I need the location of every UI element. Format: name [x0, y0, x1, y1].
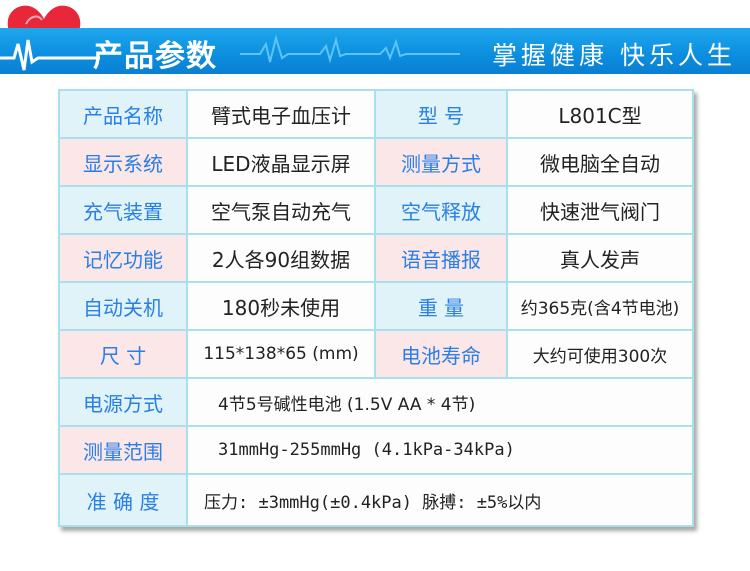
value-voice: 真人发声 [508, 235, 692, 281]
header-banner: 产品参数 掌握健康 快乐人生 [0, 28, 750, 74]
page-title: 产品参数 [93, 39, 217, 74]
label-model: 型 号 [376, 91, 506, 137]
value-display: LED液晶显示屏 [188, 139, 374, 185]
value-inflation: 空气泵自动充气 [188, 187, 374, 233]
value-weight: 约365克(含4节电池) [508, 283, 692, 329]
header-slogan: 掌握健康 快乐人生 [492, 41, 736, 70]
spec-table: 产品名称 臂式电子血压计 型 号 L801C型 显示系统 LED液晶显示屏 测量… [58, 89, 694, 527]
value-model: L801C型 [508, 91, 692, 137]
label-voice: 语音播报 [376, 235, 506, 281]
value-accuracy: 压力: ±3mmHg(±0.4kPa) 脉搏: ±5%以内 [188, 475, 692, 525]
value-auto-off: 180秒未使用 [188, 283, 374, 329]
label-measure-mode: 测量方式 [376, 139, 506, 185]
label-weight: 重 量 [376, 283, 506, 329]
label-display: 显示系统 [60, 139, 186, 185]
value-range: 31mmHg-255mmHg (4.1kPa-34kPa) [188, 427, 692, 473]
label-power: 电源方式 [60, 379, 186, 425]
value-memory: 2人各90组数据 [188, 235, 374, 281]
label-air-release: 空气释放 [376, 187, 506, 233]
ekg-wave-icon [240, 34, 460, 64]
value-power: 4节5号碱性电池 (1.5V AA * 4节) [188, 379, 692, 425]
value-measure-mode: 微电脑全自动 [508, 139, 692, 185]
label-inflation: 充气装置 [60, 187, 186, 233]
label-product-name: 产品名称 [60, 91, 186, 137]
label-accuracy: 准 确 度 [60, 475, 186, 525]
label-auto-off: 自动关机 [60, 283, 186, 329]
value-size: 115*138*65 (mm) [188, 331, 374, 377]
label-range: 测量范围 [60, 427, 186, 473]
label-battery-life: 电池寿命 [376, 331, 506, 377]
ekg-line-icon [0, 39, 100, 71]
label-size: 尺 寸 [60, 331, 186, 377]
value-product-name: 臂式电子血压计 [188, 91, 374, 137]
label-memory: 记忆功能 [60, 235, 186, 281]
value-air-release: 快速泄气阀门 [508, 187, 692, 233]
value-battery-life: 大约可使用300次 [508, 331, 692, 377]
